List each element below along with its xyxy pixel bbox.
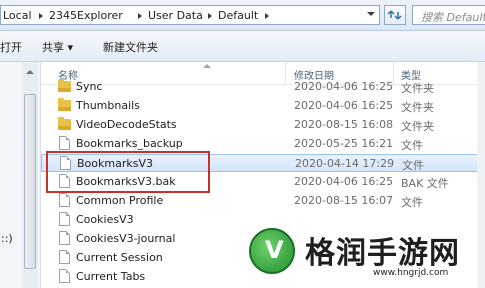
file-row[interactable]: Sync 2020-04-06 16:25 文件夹 bbox=[41, 78, 485, 96]
file-name[interactable]: Sync bbox=[76, 80, 103, 93]
file-name[interactable]: CookiesV3-journal bbox=[76, 232, 175, 245]
file-name[interactable]: VideoDecodeStats bbox=[76, 118, 177, 131]
file-type: 文件夹 bbox=[401, 82, 434, 95]
file-name[interactable]: Common Profile bbox=[76, 194, 163, 207]
folder-icon bbox=[58, 98, 71, 111]
open-button[interactable]: 打开 bbox=[0, 39, 22, 55]
file-modified-date: 2020-04-06 16:25 bbox=[294, 175, 394, 188]
file-name[interactable]: Current Tabs bbox=[76, 270, 145, 283]
address-dropdown-icon[interactable] bbox=[367, 12, 375, 16]
file-row[interactable]: Thumbnails 2020-04-06 16:25 文件夹 bbox=[41, 97, 485, 115]
file-icon bbox=[59, 250, 70, 264]
file-name[interactable]: Current Session bbox=[76, 251, 163, 264]
sort-ascending-icon bbox=[203, 64, 211, 68]
search-placeholder: 搜索 Default bbox=[421, 11, 485, 24]
breadcrumb-separator-icon[interactable] bbox=[265, 13, 269, 19]
file-modified-date: 2020-08-15 16:08 bbox=[294, 118, 394, 131]
share-button[interactable]: 共享 ▾ bbox=[42, 39, 73, 55]
file-name[interactable]: Bookmarks_backup bbox=[76, 137, 183, 150]
folder-icon bbox=[58, 117, 71, 130]
file-icon bbox=[59, 269, 70, 283]
address-bar[interactable]: Local 2345Explorer User Data Default bbox=[0, 5, 380, 25]
breadcrumb-2345explorer[interactable]: 2345Explorer bbox=[49, 9, 123, 22]
nav-drive-label[interactable]: ::) bbox=[1, 232, 13, 245]
breadcrumb-separator-icon[interactable] bbox=[138, 13, 142, 19]
watermark-logo-mark: V bbox=[265, 236, 284, 264]
refresh-button[interactable] bbox=[384, 5, 406, 25]
file-type: 文件夹 bbox=[401, 101, 434, 114]
file-modified-date: 2020-05-25 16:21 bbox=[294, 137, 394, 150]
breadcrumb-default[interactable]: Default bbox=[218, 9, 258, 22]
watermark-title: 格润手游网 bbox=[305, 236, 460, 271]
file-row[interactable]: Common Profile 2020-08-15 16:07 文件 bbox=[41, 192, 485, 210]
file-modified-date: 2020-04-06 16:25 bbox=[294, 99, 394, 112]
file-modified-date: 2020-04-14 17:29 bbox=[295, 157, 395, 170]
watermark: V 格润手游网 www.hngrjd.com bbox=[245, 218, 485, 288]
folder-icon bbox=[58, 79, 71, 92]
search-input[interactable]: 搜索 Default bbox=[412, 5, 485, 25]
file-icon bbox=[59, 136, 70, 150]
breadcrumb-separator-icon[interactable] bbox=[208, 13, 212, 19]
watermark-url: www.hngrjd.com bbox=[373, 268, 449, 278]
file-icon bbox=[59, 193, 70, 207]
file-name[interactable]: CookiesV3 bbox=[76, 213, 134, 226]
file-type: 文件 bbox=[401, 139, 423, 152]
new-folder-button[interactable]: 新建文件夹 bbox=[103, 39, 158, 55]
scroll-up-arrow-icon[interactable] bbox=[26, 70, 34, 74]
file-row[interactable]: VideoDecodeStats 2020-08-15 16:08 文件夹 bbox=[41, 116, 485, 134]
file-icon bbox=[59, 231, 70, 245]
navigation-scrollbar-thumb[interactable] bbox=[24, 94, 36, 269]
highlight-annotation bbox=[46, 151, 210, 193]
file-icon bbox=[59, 212, 70, 226]
refresh-icon bbox=[387, 10, 402, 20]
breadcrumb-separator-icon[interactable] bbox=[39, 13, 43, 19]
file-name[interactable]: Thumbnails bbox=[76, 99, 140, 112]
command-toolbar: 打开 共享 ▾ 新建文件夹 bbox=[0, 31, 485, 62]
watermark-logo-icon: V bbox=[249, 228, 295, 274]
file-type: BAK 文件 bbox=[401, 177, 449, 190]
file-modified-date: 2020-04-06 16:25 bbox=[294, 80, 394, 93]
file-type: 文件夹 bbox=[401, 120, 434, 133]
address-bar-row: Local 2345Explorer User Data Default 搜索 … bbox=[0, 0, 485, 31]
breadcrumb-local[interactable]: Local bbox=[3, 9, 32, 22]
file-type: 文件 bbox=[401, 196, 423, 209]
file-type: 文件 bbox=[402, 159, 424, 172]
file-modified-date: 2020-08-15 16:07 bbox=[294, 194, 394, 207]
breadcrumb-user-data[interactable]: User Data bbox=[148, 9, 203, 22]
